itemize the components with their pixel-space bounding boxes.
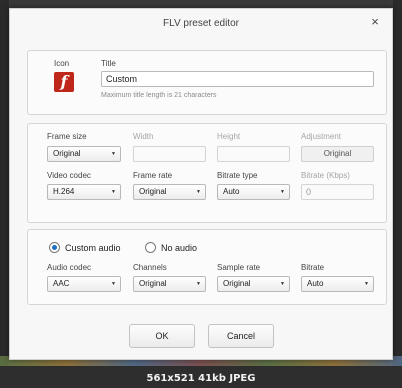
close-icon[interactable]: × <box>368 15 382 29</box>
chevron-down-icon: ▼ <box>280 281 285 287</box>
audio-codec-label: Audio codec <box>47 263 92 272</box>
chevron-down-icon: ▼ <box>111 189 116 195</box>
channels-label: Channels <box>133 263 167 272</box>
chevron-down-icon: ▼ <box>280 189 285 195</box>
cancel-button[interactable]: Cancel <box>208 324 274 348</box>
frame-rate-label: Frame rate <box>133 171 173 180</box>
chevron-down-icon: ▼ <box>196 189 201 195</box>
chevron-down-icon: ▼ <box>364 281 369 287</box>
title-hint: Maximum title length is 21 characters <box>101 92 217 99</box>
image-caption: 561x521 41kb JPEG <box>146 373 256 384</box>
flv-preset-editor-dialog: FLV preset editor × Icon f Title Custom … <box>9 8 393 360</box>
video-settings-section: Frame size Original ▼ Width Height Adjust… <box>27 123 387 223</box>
chevron-down-icon: ▼ <box>196 281 201 287</box>
custom-audio-label[interactable]: Custom audio <box>65 243 121 253</box>
video-bitrate-input[interactable]: 0 <box>301 184 374 200</box>
frame-rate-select[interactable]: Original ▼ <box>133 184 206 200</box>
frame-size-label: Frame size <box>47 132 87 141</box>
channels-select[interactable]: Original ▼ <box>133 276 206 292</box>
video-bitrate-label: Bitrate (Kbps) <box>301 171 350 180</box>
audio-bitrate-label: Bitrate <box>301 263 325 272</box>
height-input[interactable] <box>217 146 290 162</box>
chevron-down-icon: ▼ <box>111 151 116 157</box>
preset-info-section: Icon f Title Custom Maximum title length… <box>27 50 387 115</box>
custom-audio-radio[interactable] <box>49 242 60 253</box>
title-input[interactable]: Custom <box>101 71 374 87</box>
flash-icon[interactable]: f <box>54 72 74 92</box>
audio-codec-select[interactable]: AAC ▼ <box>47 276 121 292</box>
no-audio-label[interactable]: No audio <box>161 243 197 253</box>
title-label: Title <box>101 59 116 68</box>
video-codec-select[interactable]: H.264 ▼ <box>47 184 121 200</box>
no-audio-radio[interactable] <box>145 242 156 253</box>
icon-label: Icon <box>54 59 70 68</box>
dialog-title: FLV preset editor <box>163 18 239 29</box>
frame-size-select[interactable]: Original ▼ <box>47 146 121 162</box>
title-bar: FLV preset editor × <box>10 9 392 39</box>
bitrate-type-select[interactable]: Auto ▼ <box>217 184 290 200</box>
sample-rate-label: Sample rate <box>217 263 261 272</box>
sample-rate-select[interactable]: Original ▼ <box>217 276 290 292</box>
height-label: Height <box>217 132 241 141</box>
chevron-down-icon: ▼ <box>111 281 116 287</box>
background-left <box>0 0 9 388</box>
image-caption-bar: 561x521 41kb JPEG <box>0 366 402 388</box>
background-right <box>393 0 402 388</box>
width-input[interactable] <box>133 146 206 162</box>
ok-button[interactable]: OK <box>129 324 195 348</box>
width-label: Width <box>133 132 154 141</box>
bitrate-type-label: Bitrate type <box>217 171 258 180</box>
adjustment-label: Adjustment <box>301 132 342 141</box>
audio-bitrate-select[interactable]: Auto ▼ <box>301 276 374 292</box>
video-codec-label: Video codec <box>47 171 91 180</box>
adjustment-button[interactable]: Original <box>301 146 374 162</box>
audio-settings-section: Custom audio No audio Audio codec AAC ▼ C… <box>27 229 387 305</box>
